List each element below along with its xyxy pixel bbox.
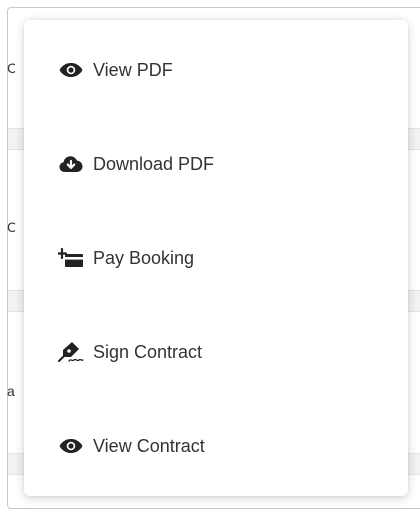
menu-item-sign-contract[interactable]: Sign Contract bbox=[24, 332, 408, 372]
menu-item-view-contract[interactable]: View Contract bbox=[24, 426, 408, 466]
cloud-download-icon bbox=[58, 154, 84, 174]
actions-dropdown-menu: View PDF Download PDF Pay Booking Sign C… bbox=[24, 20, 408, 496]
menu-item-pay-booking[interactable]: Pay Booking bbox=[24, 238, 408, 278]
background-clipped-text: C bbox=[7, 219, 15, 235]
menu-item-download-pdf[interactable]: Download PDF bbox=[24, 144, 408, 184]
pay-card-icon bbox=[58, 248, 84, 268]
background-clipped-text: a bbox=[7, 383, 15, 399]
menu-item-view-pdf[interactable]: View PDF bbox=[24, 50, 408, 90]
menu-item-label: View PDF bbox=[93, 60, 173, 80]
menu-item-label: Pay Booking bbox=[93, 248, 195, 268]
background-clipped-text: C bbox=[7, 60, 15, 76]
menu-item-label: View Contract bbox=[93, 436, 205, 456]
pen-signature-icon bbox=[58, 342, 84, 362]
eye-icon bbox=[58, 436, 84, 456]
menu-item-label: Download PDF bbox=[93, 154, 215, 174]
eye-icon bbox=[58, 60, 84, 80]
menu-item-label: Sign Contract bbox=[93, 342, 203, 362]
